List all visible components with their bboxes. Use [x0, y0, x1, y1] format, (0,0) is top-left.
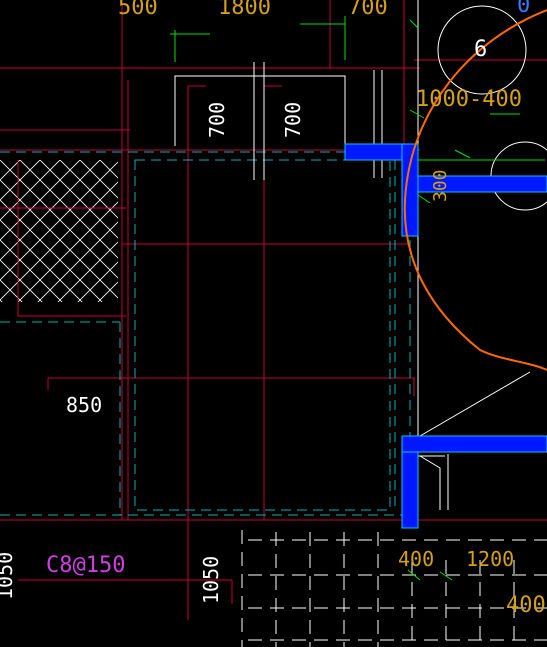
dim-top-cut: 0	[517, 0, 530, 18]
rebar-spec: C8@150	[46, 553, 125, 578]
dim-bottom-left-cut: 1050	[0, 552, 17, 600]
cad-drawing-canvas[interactable]: 500 1800 700 0 1000-400 6 700 700 300 85…	[0, 0, 547, 647]
dim-side-300: 300	[430, 169, 451, 202]
grid-circle-label: 6	[474, 37, 487, 62]
dim-top-1800: 1800	[218, 0, 271, 20]
dim-col-700-b: 700	[281, 102, 305, 138]
dim-bottom-400: 400	[398, 547, 434, 571]
dim-bottom-1200: 1200	[466, 547, 514, 571]
dim-col-700-a: 700	[205, 102, 229, 138]
dim-top-500: 500	[118, 0, 158, 20]
dim-depth-850: 850	[66, 393, 102, 417]
white-linework	[174, 0, 547, 510]
dim-bottom-right-400: 400	[506, 593, 546, 618]
dim-top-700: 700	[348, 0, 388, 20]
dim-bottom-1050: 1050	[199, 556, 223, 604]
dim-grid-1000-400: 1000-400	[416, 87, 522, 112]
dimension-labels: 500 1800 700 0 1000-400 6 700 700 300 85…	[0, 0, 546, 618]
